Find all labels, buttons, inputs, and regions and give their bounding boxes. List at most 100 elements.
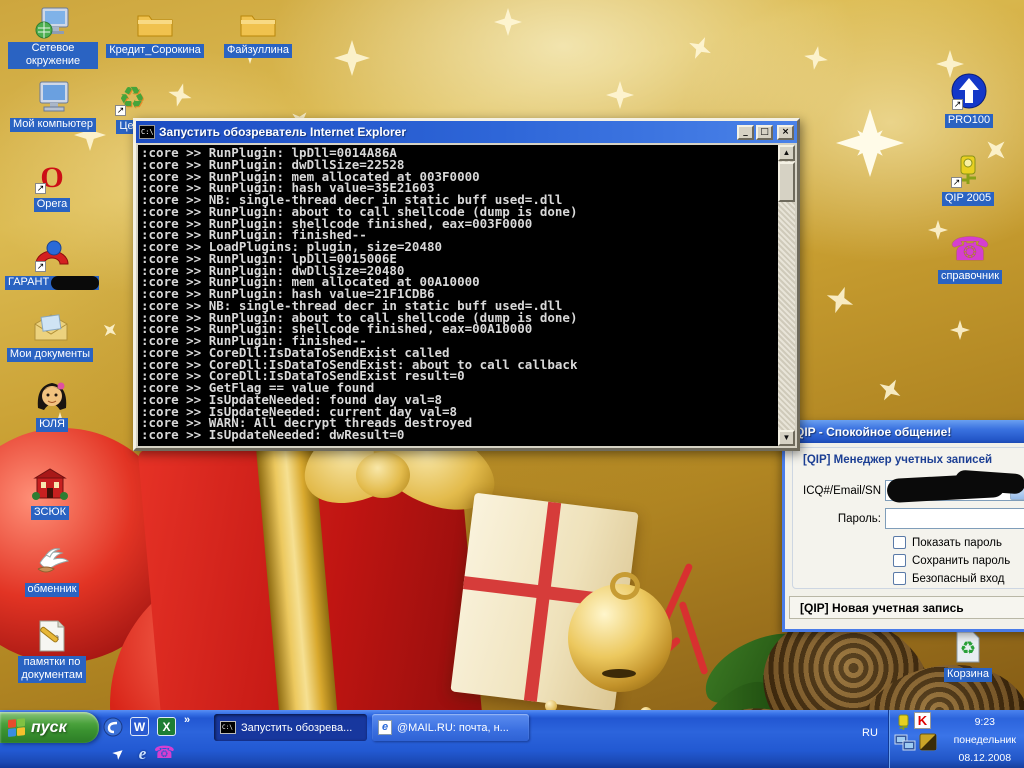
folder-icon — [100, 4, 210, 40]
recycle-icon: ♻ — [938, 628, 998, 664]
document-pen-icon: a — [18, 618, 86, 654]
quicklaunch-chevron-icon[interactable]: » — [184, 714, 190, 726]
desktop-icon-pamyatki[interactable]: a памятки по документам — [18, 618, 86, 683]
computer-icon — [8, 78, 98, 114]
up-arrow-icon: ↗ — [938, 74, 1000, 110]
qip-window-title: QIP - Спокойное общение! — [795, 425, 951, 439]
kaspersky-tray-icon[interactable]: K — [914, 712, 931, 729]
folder-icon — [214, 4, 302, 40]
console-window-icon: C:\ — [139, 125, 155, 139]
qip-new-account-label: [QIP] Новая учетная запись — [800, 601, 964, 615]
desktop-icon-obmennik[interactable]: обменник — [14, 543, 90, 597]
checkbox-icon[interactable] — [893, 554, 906, 567]
system-tray: K 9:23 понедельник 08.12.2008 — [888, 710, 1024, 768]
svg-text:♻: ♻ — [960, 638, 976, 659]
quicklaunch-word-icon[interactable]: W — [129, 716, 150, 737]
start-button-label: пуск — [31, 719, 67, 737]
qip-login-combobox[interactable]: ▼ — [885, 480, 1024, 501]
icon-label: ЗСЮК — [31, 506, 69, 520]
building-icon — [14, 466, 86, 502]
icon-label: ГАРАНТ — [5, 276, 99, 290]
tray-clock[interactable]: 9:23 понедельник 08.12.2008 — [954, 713, 1016, 767]
shortcut-arrow-icon: ↗ — [35, 183, 46, 194]
desktop-icon-garant[interactable]: ↗ ГАРАНТ — [2, 236, 102, 290]
qip-window: QIP - Спокойное общение! [QIP] Менеджер … — [782, 420, 1024, 632]
desktop-icon-zsyuk[interactable]: ЗСЮК — [14, 466, 86, 520]
quicklaunch-excel-icon[interactable]: X — [156, 716, 177, 737]
app-tray-icon[interactable] — [919, 733, 937, 756]
console-icon: C:\ — [220, 721, 236, 734]
garant-icon: ↗ — [2, 236, 102, 272]
qip-password-label: Пароль: — [793, 513, 885, 525]
qip-manager-header: [QIP] Менеджер учетных записей — [803, 454, 992, 466]
desktop-icon-network-places[interactable]: Сетевое окружение — [8, 4, 98, 69]
shortcut-arrow-icon: ↗ — [115, 105, 126, 116]
minimize-button[interactable]: _ — [737, 125, 754, 140]
desktop-icon-my-documents[interactable]: Мои документы — [4, 308, 96, 362]
scrollbar-thumb[interactable] — [778, 162, 795, 202]
tray-date: 08.12.2008 — [954, 749, 1016, 767]
network-tray-icon[interactable] — [894, 733, 916, 758]
desktop-icon-qip-2005[interactable]: ↗ QIP 2005 — [936, 152, 1000, 206]
icon-label: Мой компьютер — [10, 118, 96, 132]
desktop-icon-fayzullina-folder[interactable]: Файзуллина — [214, 4, 302, 58]
checkbox-icon[interactable] — [893, 536, 906, 549]
start-button[interactable]: пуск — [0, 712, 99, 743]
icon-label: Мои документы — [7, 348, 93, 362]
taskbar: пуск W X » ➤ e ☎ C:\ Запустить обозрева.… — [0, 710, 1024, 768]
quicklaunch-phone-icon[interactable]: ☎ — [154, 742, 175, 763]
gold-bow-knot — [356, 452, 410, 498]
taskbar-button-console[interactable]: C:\ Запустить обозрева... — [214, 714, 367, 741]
icon-label: PRO100 — [945, 114, 993, 128]
taskbar-button-mailru[interactable]: e @MAIL.RU: почта, н... — [372, 714, 529, 741]
qip-login-label: ICQ#/Email/SN — [793, 485, 885, 497]
icon-label: QIP 2005 — [942, 192, 994, 206]
tray-time: 9:23 — [954, 713, 1016, 731]
icon-label: Корзина — [944, 668, 992, 682]
maximize-button[interactable]: □ — [756, 125, 773, 140]
qip-password-row: Пароль: — [793, 508, 1024, 529]
checkbox-label: Безопасный вход — [912, 573, 1004, 585]
desktop-icon-my-computer[interactable]: Мой компьютер — [8, 78, 98, 132]
desktop-icon-credit-folder[interactable]: Кредит_Сорокина — [100, 4, 210, 58]
quicklaunch-dove-icon[interactable]: ➤ — [104, 739, 134, 768]
checkbox-label: Сохранить пароль — [912, 555, 1010, 567]
checkbox-secure-login[interactable]: Безопасный вход — [893, 572, 1004, 585]
icon-label-text: ГАРАНТ — [8, 276, 49, 288]
checkbox-save-password[interactable]: Сохранить пароль — [893, 554, 1010, 567]
windows-flag-icon — [8, 718, 26, 738]
taskbar-button-label: Запустить обозрева... — [241, 722, 352, 734]
red-ribbon — [524, 502, 561, 702]
console-title-bar[interactable]: C:\ Запустить обозреватель Internet Expl… — [136, 121, 797, 143]
console-line: :core >> IsUpdateNeeded: dwResult=0 — [141, 429, 776, 441]
qip-title-bar[interactable]: QIP - Спокойное общение! — [785, 420, 1024, 443]
shortcut-arrow-icon: ↗ — [35, 261, 46, 272]
quicklaunch-internet-explorer-icon[interactable]: e — [132, 743, 153, 764]
desktop-icon-korzina[interactable]: ♻ Корзина — [938, 628, 998, 682]
shortcut-arrow-icon: ↗ — [952, 99, 963, 110]
gold-bell — [568, 584, 672, 692]
tray-day: понедельник — [954, 731, 1016, 749]
icon-label: обменник — [25, 583, 80, 597]
qip-password-input[interactable] — [885, 508, 1024, 529]
console-scrollbar[interactable]: ▲ ▼ — [778, 145, 795, 446]
console-window: C:\ Запустить обозреватель Internet Expl… — [133, 118, 800, 451]
scroll-up-button[interactable]: ▲ — [778, 145, 795, 161]
scroll-down-button[interactable]: ▼ — [778, 430, 795, 446]
desktop-icon-spravochnik[interactable]: ☎ справочник — [932, 230, 1008, 284]
internet-explorer-icon: e — [378, 720, 392, 735]
taskbar-button-label: @MAIL.RU: почта, н... — [397, 722, 509, 734]
language-indicator[interactable]: RU — [856, 724, 884, 742]
desktop-icon-yulya[interactable]: ЮЛЯ — [16, 378, 88, 432]
close-button[interactable]: × — [777, 125, 794, 140]
console-client-area: :core >> RunPlugin: lpDll=0014A86A:core … — [138, 145, 795, 446]
desktop-icon-pro100[interactable]: ↗ PRO100 — [938, 74, 1000, 128]
checkbox-show-password[interactable]: Показать пароль — [893, 536, 1002, 549]
checkbox-icon[interactable] — [893, 572, 906, 585]
dove-icon — [14, 543, 90, 579]
quicklaunch-mail-icon[interactable] — [102, 716, 123, 737]
qip-new-account-bar[interactable]: [QIP] Новая учетная запись — [789, 596, 1024, 619]
desktop-icon-opera[interactable]: O ↗ Opera — [16, 158, 88, 212]
desktop-root: { "colors": { "taskbar_blue": "#2c64dc",… — [0, 0, 1024, 768]
icon-label: Файзуллина — [224, 44, 292, 58]
